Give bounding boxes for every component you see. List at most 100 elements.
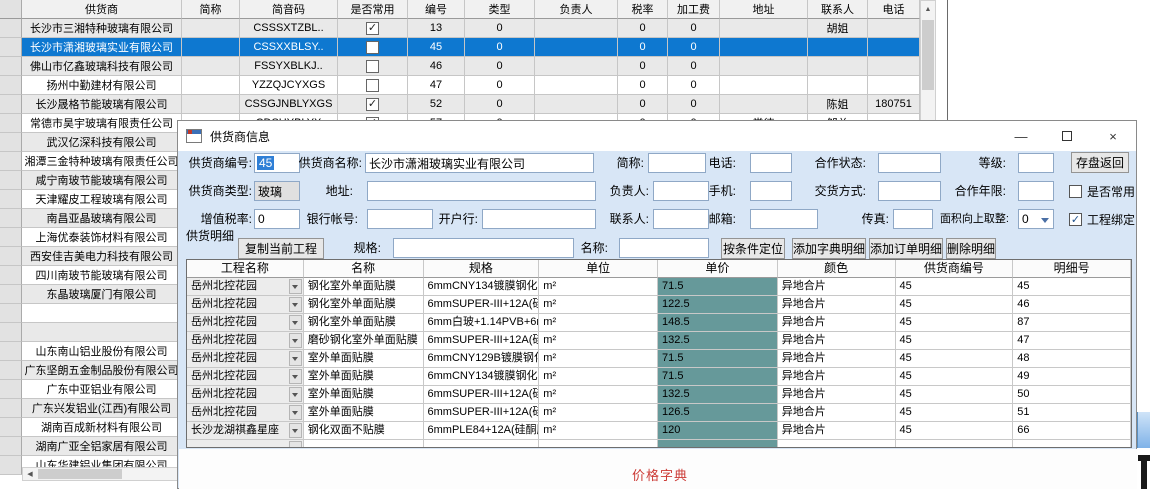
phone-field[interactable] [750, 153, 792, 173]
hscroll-thumb[interactable] [38, 469, 122, 479]
column-header[interactable]: 税率 [618, 0, 668, 19]
copy-current-project-button[interactable]: 复制当前工程 [238, 238, 324, 259]
column-header[interactable]: 加工费 [668, 0, 720, 19]
fee-cell[interactable]: 0 [668, 19, 720, 38]
price-cell[interactable]: 71.5 [658, 350, 778, 368]
detail-row[interactable]: 岳州北控花园室外单面贴膜6mmSUPER-III+12A(硅...m²126.5… [187, 404, 1131, 422]
color-cell[interactable]: 异地合片 [778, 386, 896, 404]
add-dict-detail-button[interactable]: 添加字典明细 [792, 238, 866, 259]
manager-cell[interactable] [535, 95, 618, 114]
price-cell[interactable]: 120 [658, 422, 778, 440]
spec-cell[interactable]: 6mmSUPER-III+12A(硅... [424, 296, 540, 314]
project-cell[interactable]: 岳州北控花园 [187, 404, 304, 422]
detail-column-header[interactable]: 颜色 [778, 260, 896, 278]
name-cell[interactable]: 钢化室外单面贴膜 [304, 314, 424, 332]
type-cell[interactable]: 0 [465, 38, 535, 57]
column-header[interactable]: 编号 [408, 0, 465, 19]
detail-row[interactable]: 岳州北控花园钢化室外单面贴膜6mmCNY134镀膜钢化m²71.5异地合片454… [187, 278, 1131, 296]
tax-cell[interactable]: 0 [618, 95, 668, 114]
project-cell[interactable]: 岳州北控花园 [187, 314, 304, 332]
bank-name-field[interactable] [482, 209, 596, 229]
common-checkbox-cell[interactable]: ✓ [338, 95, 408, 114]
project-cell[interactable] [187, 440, 304, 448]
type-cell[interactable]: 0 [465, 19, 535, 38]
detail-row[interactable]: 长沙龙湖祺鑫星座钢化双面不贴膜6mmPLE84+12A(硅酮胶...m²120异… [187, 422, 1131, 440]
delivery-mode-field[interactable] [878, 181, 941, 201]
coop-status-field[interactable] [878, 153, 941, 173]
fee-cell[interactable]: 0 [668, 38, 720, 57]
combo-dropdown-icon[interactable] [289, 279, 302, 294]
detail-row[interactable]: 岳州北控花园室外单面贴膜6mmCNY129B镀膜钢化m²71.5异地合片4548 [187, 350, 1131, 368]
combo-dropdown-icon[interactable] [289, 369, 302, 384]
common-checkbox-cell[interactable]: ✓ [338, 19, 408, 38]
contact-cell[interactable]: 胡姐 [808, 19, 868, 38]
supplier-name-cell[interactable]: 湖南百成新材料有限公司 [22, 418, 182, 437]
detail-column-header[interactable]: 单位 [539, 260, 658, 278]
price-cell[interactable]: 71.5 [658, 368, 778, 386]
manager-cell[interactable] [535, 38, 618, 57]
contact-cell[interactable] [808, 76, 868, 95]
manager-cell[interactable] [535, 76, 618, 95]
id-cell[interactable]: 52 [408, 95, 465, 114]
supplier-name-cell[interactable]: 湖南广亚全铝家居有限公司 [22, 437, 182, 456]
spec-cell[interactable]: 6mmPLE84+12A(硅酮胶... [424, 422, 540, 440]
supplier-name-cell[interactable]: 长沙市潇湘玻璃实业有限公司 [22, 38, 182, 57]
project-cell[interactable]: 岳州北控花园 [187, 296, 304, 314]
supplier-name-cell[interactable]: 咸宁南玻节能玻璃有限公司 [22, 171, 182, 190]
column-header[interactable]: 地址 [720, 0, 808, 19]
abbr-cell[interactable] [182, 19, 240, 38]
manager-cell[interactable] [535, 57, 618, 76]
unit-cell[interactable]: m² [539, 332, 658, 350]
phone-cell[interactable] [868, 38, 920, 57]
unit-cell[interactable]: m² [539, 368, 658, 386]
code-cell[interactable]: CSSGJNBLYXGS [240, 95, 338, 114]
supplier-name-cell[interactable]: 天津耀皮工程玻璃有限公司 [22, 190, 182, 209]
contact-cell[interactable] [808, 38, 868, 57]
abbr-cell[interactable] [182, 57, 240, 76]
detail-column-header[interactable]: 单价 [658, 260, 778, 278]
checkbox-icon[interactable] [366, 79, 379, 92]
combo-dropdown-icon[interactable] [289, 333, 302, 348]
supplier-name-cell[interactable]: 南昌亚晶玻璃有限公司 [22, 209, 182, 228]
project-cell[interactable]: 岳州北控花园 [187, 386, 304, 404]
unit-cell[interactable]: m² [539, 404, 658, 422]
detail-row[interactable]: 岳州北控花园室外单面贴膜6mmSUPER-III+12A(硅...m²132.5… [187, 386, 1131, 404]
table-row[interactable]: 长沙市潇湘玻璃实业有限公司CSSXXBLSY..45000 [0, 38, 920, 57]
unit-cell[interactable]: m² [539, 278, 658, 296]
column-header[interactable]: 供货商 [22, 0, 182, 19]
detail-column-header[interactable]: 明细号 [1013, 260, 1131, 278]
abbr-cell[interactable] [182, 76, 240, 95]
detail-column-header[interactable]: 规格 [424, 260, 540, 278]
scroll-left-icon[interactable]: ◀ [23, 468, 37, 480]
price-cell[interactable]: 148.5 [658, 314, 778, 332]
detail-row[interactable]: 岳州北控花园室外单面贴膜6mmCNY134镀膜钢化m²71.5异地合片4549 [187, 368, 1131, 386]
phone-cell[interactable] [868, 19, 920, 38]
detail-row[interactable]: 岳州北控花园钢化室外单面贴膜6mmSUPER-III+12A(硅...m²122… [187, 296, 1131, 314]
table-row[interactable]: 长沙市三湘特种玻璃有限公司CSSSXTZBL..✓13000胡姐 [0, 19, 920, 38]
supplier-id-cell[interactable]: 45 [896, 368, 1014, 386]
name-cell[interactable]: 钢化室外单面贴膜 [304, 278, 424, 296]
name-cell[interactable]: 钢化室外单面贴膜 [304, 296, 424, 314]
is-common-checkbox[interactable] [1069, 185, 1082, 198]
type-cell[interactable]: 0 [465, 76, 535, 95]
unit-cell[interactable]: m² [539, 386, 658, 404]
detail-id-cell[interactable]: 49 [1013, 368, 1131, 386]
detail-id-cell[interactable]: 45 [1013, 278, 1131, 296]
combo-dropdown-icon[interactable] [289, 387, 302, 402]
id-cell[interactable]: 45 [408, 38, 465, 57]
detail-id-cell[interactable]: 47 [1013, 332, 1131, 350]
addr-cell[interactable] [720, 76, 808, 95]
detail-id-cell[interactable]: 48 [1013, 350, 1131, 368]
price-cell[interactable]: 132.5 [658, 332, 778, 350]
detail-column-header[interactable]: 供货商编号 [896, 260, 1014, 278]
column-header[interactable]: 类型 [465, 0, 535, 19]
color-cell[interactable]: 异地合片 [778, 404, 896, 422]
supplier-name-cell[interactable]: 湘潭三金特种玻璃有限责任公司 [22, 152, 182, 171]
contact-cell[interactable] [808, 57, 868, 76]
abbr-cell[interactable] [182, 95, 240, 114]
checkbox-icon[interactable]: ✓ [366, 22, 379, 35]
column-header[interactable]: 负责人 [535, 0, 618, 19]
vscroll-thumb[interactable] [922, 20, 934, 90]
price-cell[interactable]: 71.5 [658, 278, 778, 296]
supplier-name-cell[interactable]: 上海优泰装饰材料有限公司 [22, 228, 182, 247]
